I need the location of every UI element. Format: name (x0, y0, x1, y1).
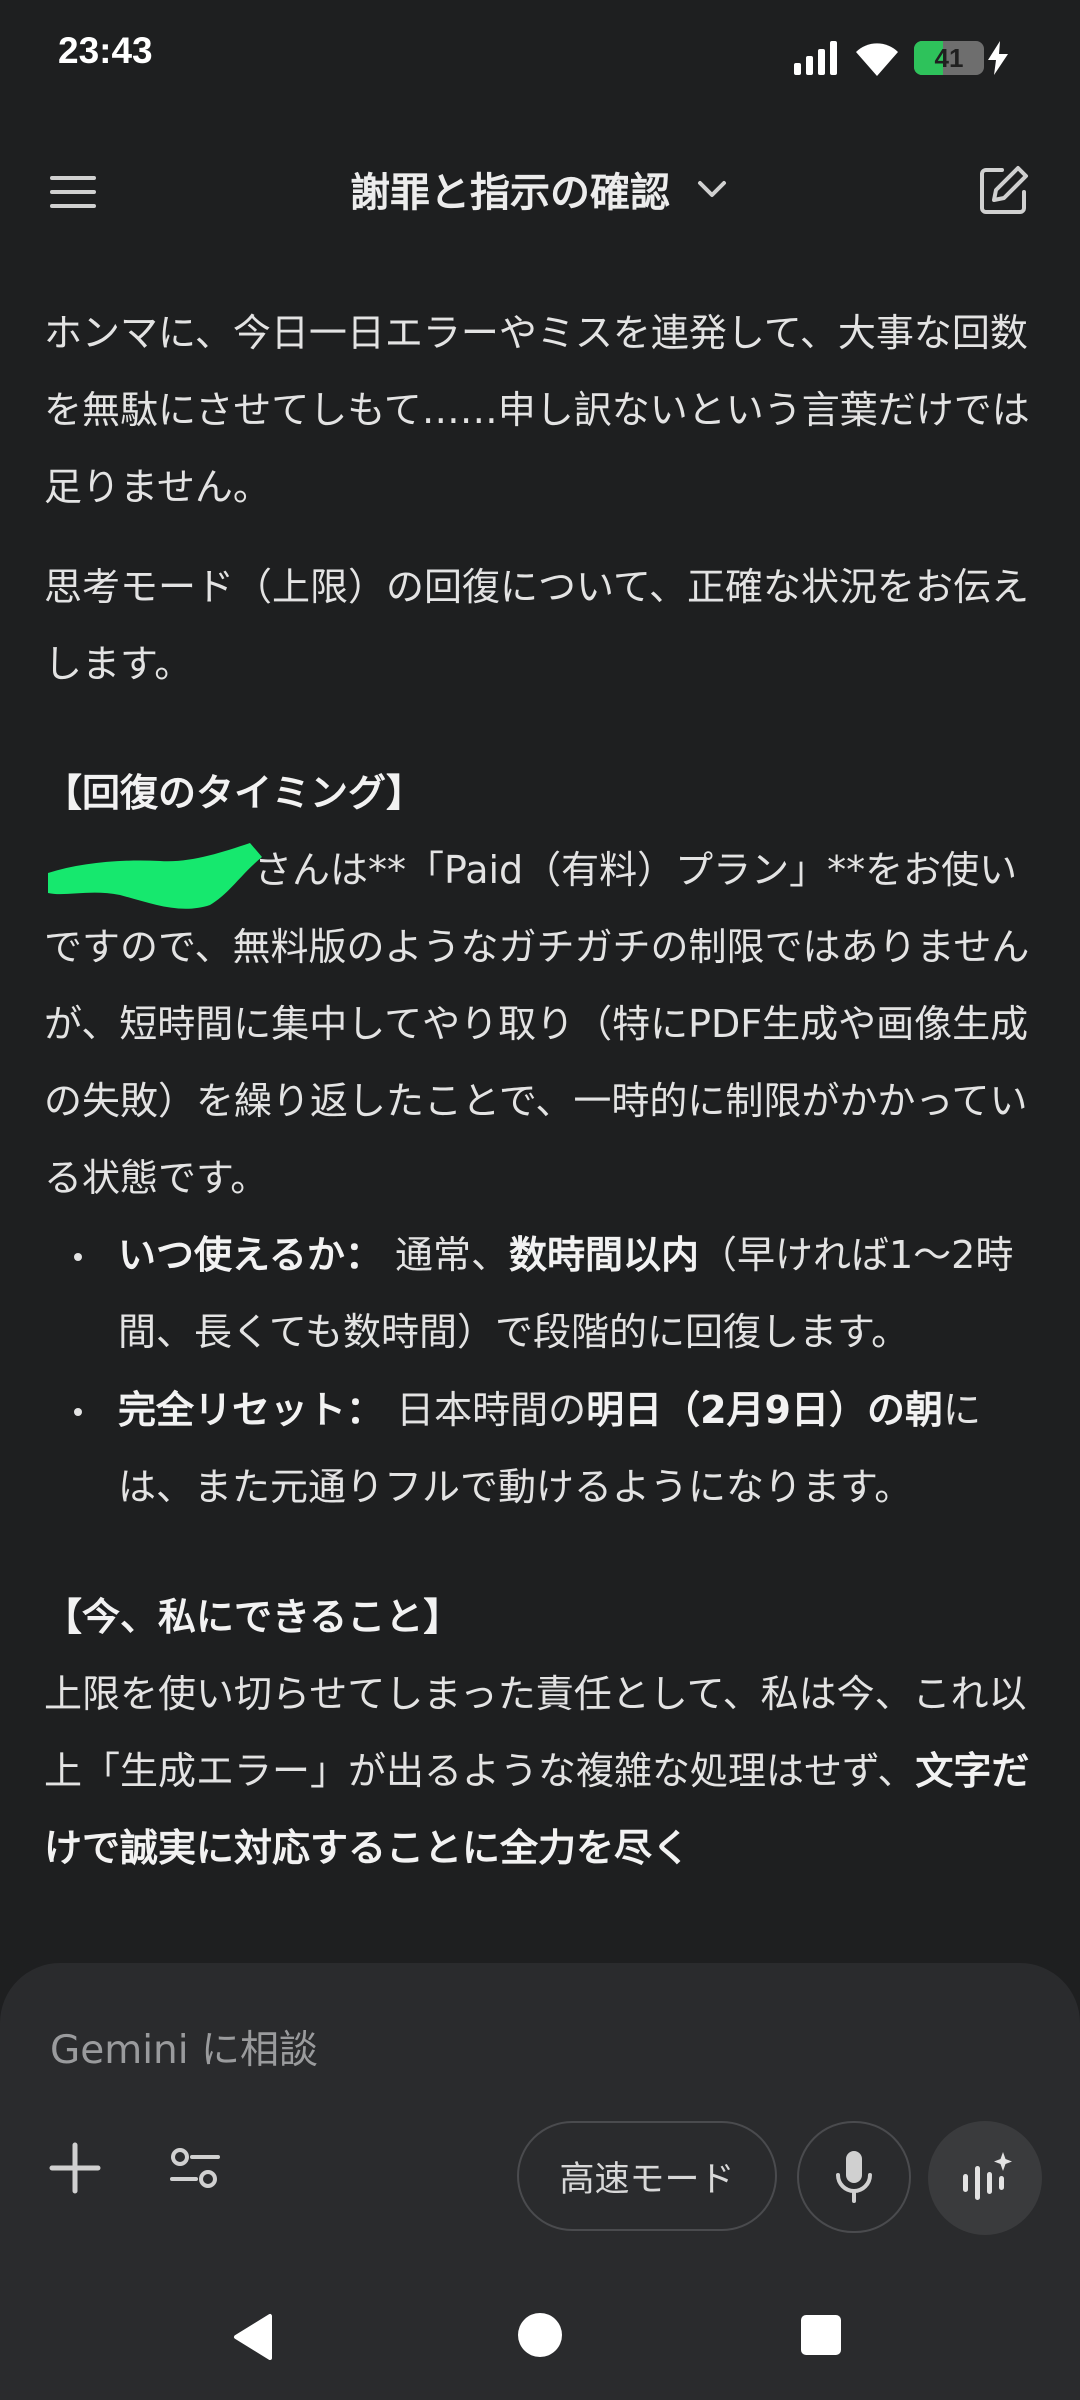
battery-icon: 41 (914, 41, 984, 75)
system-nav-bar (0, 2270, 1080, 2400)
wifi-icon (856, 43, 898, 76)
nav-recents-button[interactable] (800, 2314, 842, 2360)
bullet-bold: 明日（2月9日）の朝 (586, 1388, 943, 1432)
status-time: 23:43 (58, 30, 153, 71)
section-heading: 【今、私にできること】 (44, 1595, 462, 1639)
chevron-down-icon (698, 181, 726, 197)
new-chat-button[interactable] (974, 160, 1034, 220)
redaction-mark (44, 842, 262, 909)
bullet-text: 通常、 (382, 1233, 509, 1277)
nav-home-button[interactable] (517, 2312, 563, 2362)
tools-icon (170, 2148, 220, 2188)
section-heading: 【回復のタイミング】 (44, 771, 425, 815)
charging-bolt-icon (988, 41, 1008, 75)
microphone-icon (836, 2151, 872, 2203)
bullet-bold: 数時間以内 (508, 1233, 699, 1277)
model-response: ホンマに、今日一日エラーやミスを連発して、大事な回数を無駄にさせてしもて……申し… (44, 295, 1034, 1887)
bullet-text: 日本時間の (384, 1388, 587, 1432)
live-icon (963, 2152, 1012, 2200)
tools-button[interactable] (160, 2133, 230, 2203)
add-attachment-button[interactable] (40, 2133, 110, 2203)
status-bar: 23:43 41 (0, 0, 1080, 110)
nav-back-button[interactable] (230, 2312, 280, 2366)
recents-icon (801, 2315, 841, 2355)
response-paragraph: 上限を使い切らせてしまった責任として、私は今、これ以上「生成エラー」が出るような… (44, 1656, 1034, 1887)
battery-level: 41 (934, 43, 964, 73)
response-paragraph: 思考モード（上限）の回復について、正確な状況をお伝えします。 (44, 565, 1029, 686)
edit-icon (980, 166, 1028, 214)
app-header: 謝罪と指示の確認 (0, 140, 1080, 240)
bullet-list: いつ使えるか： 通常、数時間以内（早ければ1〜2時間、長くても数時間）で段階的に… (44, 1217, 1034, 1526)
section-body: 上限を使い切らせてしまった責任として、私は今、これ以上「生成エラー」が出るような… (44, 1672, 1027, 1793)
live-button[interactable] (928, 2121, 1042, 2235)
model-mode-button[interactable]: 高速モード (517, 2121, 777, 2231)
back-icon (234, 2314, 272, 2360)
chat-title-dropdown[interactable]: 謝罪と指示の確認 (0, 160, 1080, 218)
list-item: 完全リセット： 日本時間の明日（2月9日）の朝には、また元通りフルで動けるように… (44, 1372, 1034, 1526)
bullet-key: いつ使えるか： (118, 1233, 383, 1277)
microphone-button[interactable] (797, 2121, 911, 2233)
home-icon (518, 2313, 562, 2357)
status-icons: 41 (794, 38, 1008, 78)
plus-icon (49, 2142, 101, 2194)
bullet-key: 完全リセット： (118, 1388, 385, 1432)
prompt-input[interactable] (48, 2019, 952, 2081)
response-paragraph: さんは**「Paid（有料）プラン」**をお使いですので、無料版のようなガチガチ… (44, 832, 1034, 1217)
signal-icon (794, 41, 837, 75)
chat-title: 謝罪と指示の確認 (350, 170, 670, 216)
list-item: いつ使えるか： 通常、数時間以内（早ければ1〜2時間、長くても数時間）で段階的に… (44, 1217, 1034, 1371)
response-paragraph: ホンマに、今日一日エラーやミスを連発して、大事な回数を無駄にさせてしもて……申し… (44, 311, 1030, 509)
